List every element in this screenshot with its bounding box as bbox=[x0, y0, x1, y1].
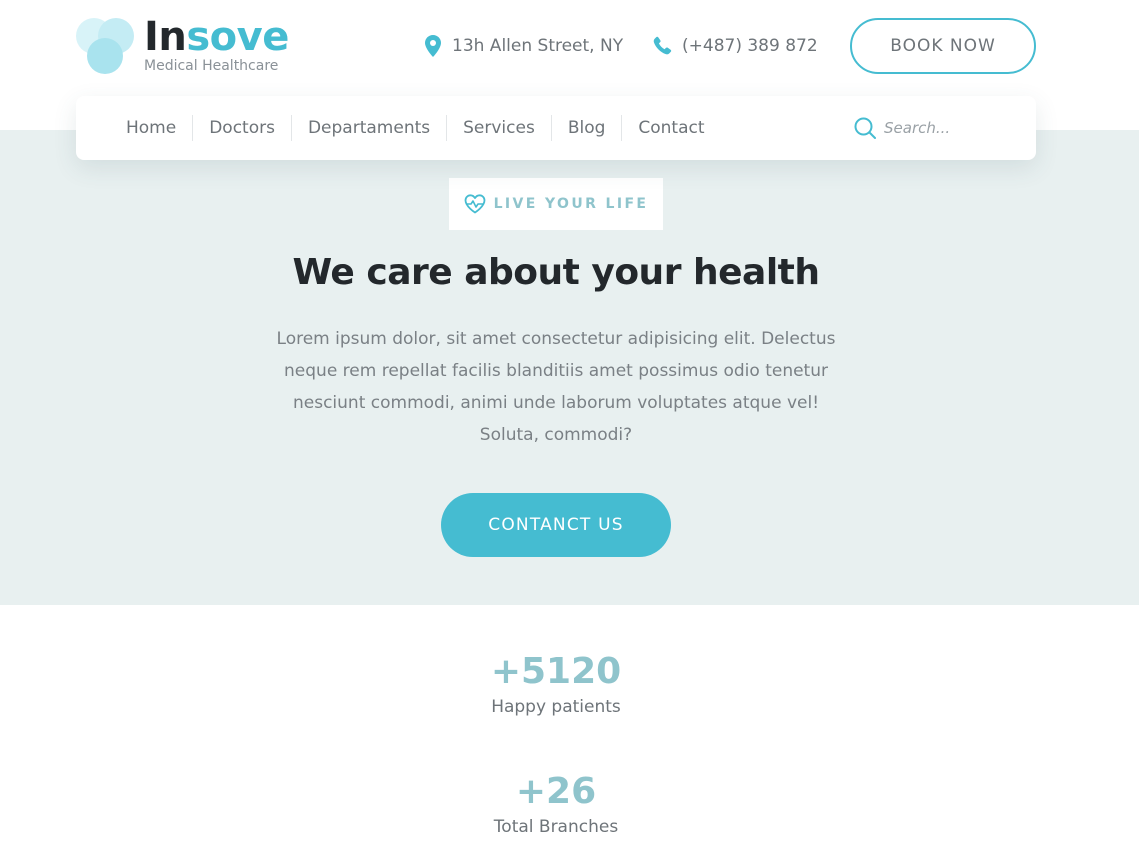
stat-label: Total Branches bbox=[493, 817, 619, 837]
nav-item-services[interactable]: Services bbox=[446, 115, 551, 141]
logo-name: Insove bbox=[144, 14, 289, 60]
nav-item-contact[interactable]: Contact bbox=[621, 115, 720, 141]
search-icon[interactable] bbox=[854, 117, 876, 139]
stat-total-branches: +26 Total Branches bbox=[456, 770, 656, 840]
nav-item-departaments[interactable]: Departaments bbox=[290, 115, 446, 141]
phone-text: (+487) 389 872 bbox=[682, 36, 818, 56]
hero-badge-text: LIVE YOUR LIFE bbox=[493, 196, 649, 212]
stat-value: +5120 bbox=[490, 651, 622, 692]
logo-tagline: Medical Healthcare bbox=[144, 58, 279, 74]
map-pin-icon bbox=[425, 35, 441, 57]
logo-name-dark: In bbox=[144, 14, 187, 60]
phone-icon bbox=[653, 36, 672, 55]
header-address: 13h Allen Street, NY bbox=[424, 32, 623, 60]
stat-happy-patients: +5120 Happy patients bbox=[456, 650, 656, 720]
address-text: 13h Allen Street, NY bbox=[452, 36, 624, 56]
nav-item-home[interactable]: Home bbox=[110, 115, 192, 141]
heart-pulse-icon bbox=[464, 194, 485, 214]
nav-list: Home Doctors Departaments Services Blog … bbox=[110, 96, 721, 160]
nav-item-blog[interactable]: Blog bbox=[550, 115, 622, 141]
main-nav: Home Doctors Departaments Services Blog … bbox=[76, 96, 1036, 160]
search-box bbox=[854, 112, 1014, 144]
stat-value: +26 bbox=[515, 771, 597, 812]
contact-us-button[interactable]: CONTANCT US bbox=[441, 493, 671, 557]
hero-badge: LIVE YOUR LIFE bbox=[449, 178, 663, 230]
nav-item-doctors[interactable]: Doctors bbox=[192, 115, 291, 141]
book-now-button[interactable]: BOOK NOW bbox=[850, 18, 1036, 74]
hero-title: We care about your health bbox=[292, 252, 820, 293]
search-input[interactable] bbox=[884, 119, 1004, 137]
logo-mark-icon bbox=[76, 18, 136, 78]
hero-description: Lorem ipsum dolor, sit amet consectetur … bbox=[276, 329, 836, 445]
header-phone[interactable]: (+487) 389 872 bbox=[652, 32, 818, 60]
logo[interactable]: Insove Medical Healthcare bbox=[76, 14, 296, 78]
stat-label: Happy patients bbox=[491, 697, 621, 717]
logo-name-accent: sove bbox=[186, 14, 289, 60]
